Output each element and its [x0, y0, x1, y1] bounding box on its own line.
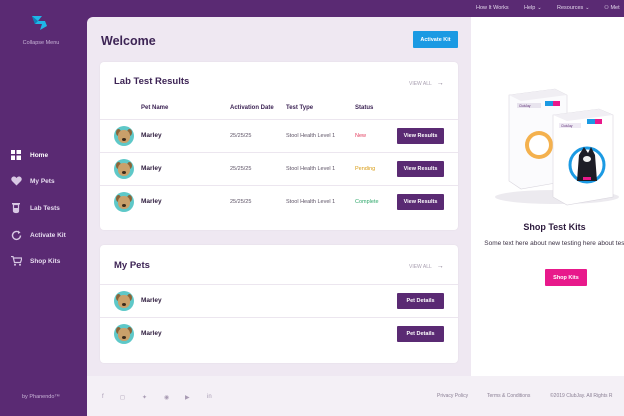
pet-name: Marley	[141, 198, 162, 205]
nav-help-label: Help	[524, 5, 536, 11]
sidebar-item-label: Activate Kit	[30, 231, 66, 239]
sidebar: Collapse Menu Home My Pets Lab Tests Act…	[0, 0, 87, 416]
arrow-right-icon: →	[436, 263, 444, 270]
list-item: Marley Pet Details	[100, 317, 458, 350]
test-kit-box-image: ClubJay ClubJay	[495, 88, 619, 206]
box-brand-label: ClubJay	[519, 104, 531, 108]
sidebar-item-activate-kit[interactable]: Activate Kit	[10, 227, 66, 243]
sidebar-item-label: Shop Kits	[30, 257, 61, 265]
refresh-icon	[10, 229, 22, 241]
avatar	[114, 159, 134, 179]
activation-date: 25/25/25	[230, 133, 252, 139]
top-bar: How It Works Help ⌄ Resources ⌄ ⚇ Met	[87, 0, 624, 17]
list-item: Marley Pet Details	[100, 284, 458, 317]
user-icon: ⚇	[604, 5, 609, 11]
pet-name: Marley	[141, 330, 162, 337]
nav-user-label: Met	[610, 5, 620, 11]
terms-link[interactable]: Terms & Conditions	[487, 393, 530, 399]
pinterest-icon[interactable]: ◉	[164, 394, 169, 401]
sidebar-item-my-pets[interactable]: My Pets	[10, 173, 55, 189]
sidebar-item-lab-tests[interactable]: Lab Tests	[10, 200, 60, 216]
byline: by Phanendo™	[22, 394, 60, 400]
nav-how-it-works[interactable]: How It Works	[476, 5, 509, 11]
page-title: Welcome	[101, 34, 156, 48]
instagram-icon[interactable]: ◻	[120, 394, 125, 401]
activation-date: 25/25/25	[230, 199, 252, 205]
status-badge: Pending	[355, 166, 376, 172]
collapse-menu-button[interactable]: Collapse Menu	[0, 40, 82, 46]
chevron-down-icon: ⌄	[585, 5, 590, 11]
my-pets-card: My Pets VIEW ALL → Marley Pet Details Mar…	[100, 245, 458, 363]
test-tube-icon	[10, 202, 22, 214]
nav-resources-label: Resources	[557, 5, 584, 11]
shop-title: Shop Test Kits	[523, 222, 586, 232]
heart-icon	[10, 175, 22, 187]
main-content: Welcome Activate Kit Lab Test Results VI…	[87, 17, 471, 376]
avatar	[114, 192, 134, 212]
sidebar-item-shop-kits[interactable]: Shop Kits	[10, 253, 60, 269]
youtube-icon[interactable]: ▶	[185, 394, 190, 401]
shop-panel: ClubJay ClubJay Shop Test Kits Some text…	[471, 17, 624, 376]
shop-kits-button[interactable]: Shop Kits	[545, 269, 587, 286]
sidebar-item-home[interactable]: Home	[10, 147, 48, 163]
shop-description: Some text here about new testing here ab…	[484, 240, 624, 247]
linkedin-icon[interactable]: in	[207, 394, 212, 400]
view-all-link[interactable]: VIEW ALL →	[409, 263, 444, 270]
view-results-button[interactable]: View Results	[397, 161, 444, 177]
pet-name: Marley	[141, 132, 162, 139]
table-row: Marley 25/25/25 Stool Health Level 1 Pen…	[100, 152, 458, 185]
view-results-button[interactable]: View Results	[397, 194, 444, 210]
arrow-right-icon: →	[436, 80, 444, 87]
logo-icon[interactable]	[30, 14, 50, 32]
pet-name: Marley	[141, 297, 162, 304]
avatar	[114, 324, 134, 344]
test-type: Stool Health Level 1	[286, 133, 336, 139]
facebook-icon[interactable]: f	[102, 394, 104, 400]
view-all-label: VIEW ALL	[409, 263, 432, 270]
card-title: My Pets	[114, 260, 150, 271]
box-brand-label: ClubJay	[561, 124, 573, 128]
column-header: Activation Date	[230, 105, 274, 111]
table-row: Marley 25/25/25 Stool Health Level 1 New…	[100, 119, 458, 152]
activation-date: 25/25/25	[230, 166, 252, 172]
view-results-button[interactable]: View Results	[397, 128, 444, 144]
test-type: Stool Health Level 1	[286, 199, 336, 205]
avatar	[114, 291, 134, 311]
status-badge: New	[355, 133, 367, 139]
footer: f ◻ ✦ ◉ ▶ in Privacy Policy Terms & Cond…	[87, 376, 624, 416]
activate-kit-button[interactable]: Activate Kit	[413, 31, 458, 48]
column-header: Pet Name	[141, 105, 169, 111]
cart-icon	[10, 255, 22, 267]
column-header: Status	[355, 105, 374, 111]
privacy-policy-link[interactable]: Privacy Policy	[437, 393, 468, 399]
card-title: Lab Test Results	[114, 76, 190, 87]
view-all-label: VIEW ALL	[409, 80, 432, 87]
pet-name: Marley	[141, 165, 162, 172]
twitter-icon[interactable]: ✦	[142, 394, 147, 401]
nav-resources[interactable]: Resources ⌄	[557, 5, 590, 11]
chevron-down-icon: ⌄	[537, 5, 542, 11]
lab-results-card: Lab Test Results VIEW ALL → Pet Name Acti…	[100, 62, 458, 230]
sidebar-item-label: Lab Tests	[30, 204, 60, 212]
avatar	[114, 126, 134, 146]
view-all-link[interactable]: VIEW ALL →	[409, 80, 444, 87]
column-header: Test Type	[286, 105, 314, 111]
status-badge: Complete	[355, 199, 379, 205]
home-grid-icon	[10, 149, 22, 161]
nav-user[interactable]: ⚇ Met	[604, 5, 620, 11]
table-row: Marley 25/25/25 Stool Health Level 1 Com…	[100, 185, 458, 218]
pet-details-button[interactable]: Pet Details	[397, 326, 444, 342]
sidebar-item-label: My Pets	[30, 177, 55, 185]
nav-help[interactable]: Help ⌄	[524, 5, 542, 11]
copyright: ©2019 ClubJay. All Rights R	[550, 393, 613, 399]
pet-details-button[interactable]: Pet Details	[397, 293, 444, 309]
sidebar-item-label: Home	[30, 151, 49, 159]
test-type: Stool Health Level 1	[286, 166, 336, 172]
